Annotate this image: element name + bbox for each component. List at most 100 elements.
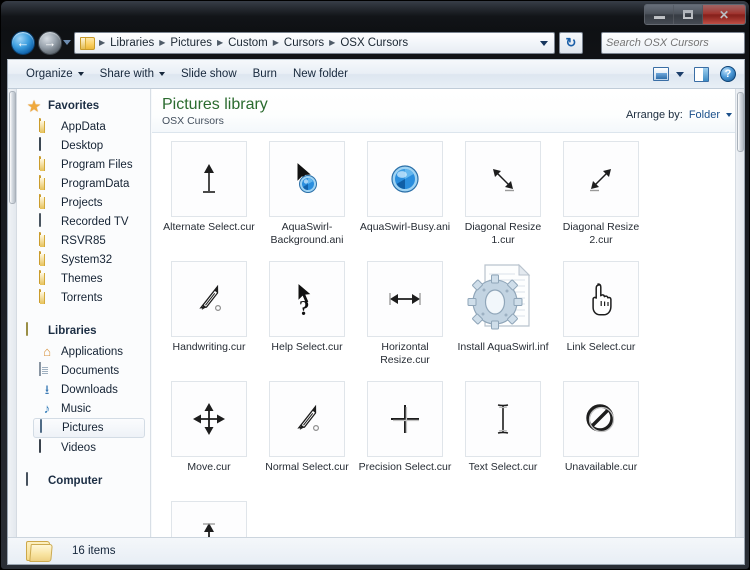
navigation-tree: ★ Favorites AppData Desktop Program File… <box>17 89 150 537</box>
navigation-pane-scrollbar[interactable] <box>8 89 17 537</box>
thumbnail <box>269 141 345 217</box>
cursor-text-select-icon <box>497 404 509 434</box>
breadcrumb-separator: ▶ <box>272 38 279 47</box>
sidebar-item-recorded-tv[interactable]: Recorded TV <box>17 212 150 231</box>
address-bar[interactable]: ▶ Libraries ▶ Pictures ▶ Custom ▶ Cursor… <box>74 32 555 54</box>
nav-group-computer[interactable]: Computer <box>17 470 150 492</box>
list-item[interactable]: Precision Select.cur <box>356 381 454 501</box>
refresh-button[interactable]: ↻ <box>559 32 583 54</box>
folder-icon <box>39 250 41 265</box>
recent-pages-dropdown-icon[interactable] <box>63 40 71 45</box>
maximize-icon <box>683 10 693 19</box>
videos-icon <box>39 438 41 453</box>
organize-button[interactable]: Organize <box>18 64 92 84</box>
close-button[interactable]: ✕ <box>703 5 745 24</box>
scrollbar-thumb[interactable] <box>737 92 744 152</box>
content-scrollbar[interactable] <box>735 89 744 537</box>
change-view-icon[interactable] <box>653 67 669 81</box>
sidebar-item-label: Music <box>61 402 92 415</box>
thumbnail <box>465 261 541 337</box>
list-item[interactable]: Move.cur <box>160 381 258 501</box>
svg-text:?: ? <box>299 296 310 320</box>
sidebar-item-videos[interactable]: Videos <box>17 438 150 457</box>
sidebar-item-programdata[interactable]: ProgramData <box>17 174 150 193</box>
list-item[interactable]: Unavailable.cur <box>552 381 650 501</box>
arrange-by-control[interactable]: Arrange by: Folder <box>626 109 732 121</box>
folder-icon <box>80 36 95 50</box>
list-item[interactable]: Diagonal Resize 1.cur <box>454 141 552 261</box>
minimize-button[interactable] <box>645 5 674 24</box>
cursor-diagonal-resize-2-icon <box>590 169 611 192</box>
sidebar-item-program-files[interactable]: Program Files <box>17 155 150 174</box>
explorer-window: ✕ ← → ▶ Libraries ▶ Pictures ▶ Custom ▶ … <box>0 0 750 570</box>
sidebar-item-themes[interactable]: Themes <box>17 269 150 288</box>
title-bar[interactable]: ✕ <box>1 1 749 29</box>
sidebar-item-applications[interactable]: ⌂ Applications <box>17 342 150 361</box>
list-item[interactable]: AquaSwirl-Background.ani <box>258 141 356 261</box>
list-item-label: Diagonal Resize 2.cur <box>562 221 640 246</box>
breadcrumb-item-pictures[interactable]: Pictures <box>167 35 215 51</box>
help-icon[interactable]: ? <box>720 66 736 82</box>
folder-front <box>29 544 53 562</box>
list-item-label: Move.cur <box>187 461 231 473</box>
list-item[interactable]: Alternate Select.cur <box>160 141 258 261</box>
sidebar-item-music[interactable]: ♪ Music <box>17 399 150 418</box>
breadcrumb-item-cursors[interactable]: Cursors <box>281 35 327 51</box>
back-arrow-icon: ← <box>16 35 30 50</box>
burn-button[interactable]: Burn <box>245 64 285 84</box>
list-item[interactable]: Link Select.cur <box>552 261 650 381</box>
search-input[interactable] <box>606 37 749 49</box>
list-item[interactable]: Diagonal Resize 2.cur <box>552 141 650 261</box>
breadcrumb-separator: ▶ <box>329 38 336 47</box>
slide-show-button[interactable]: Slide show <box>173 64 245 84</box>
cursor-handwriting-icon <box>199 284 222 312</box>
thumbnail <box>171 381 247 457</box>
new-folder-button[interactable]: New folder <box>285 64 356 84</box>
back-button[interactable]: ← <box>11 31 35 55</box>
sidebar-item-label: Videos <box>61 441 96 454</box>
slide-show-label: Slide show <box>181 68 237 80</box>
nav-group-favorites[interactable]: ★ Favorites <box>17 95 150 117</box>
breadcrumb-item-osx-cursors[interactable]: OSX Cursors <box>337 35 411 51</box>
search-box[interactable]: ⌕ <box>601 32 749 54</box>
preview-pane-icon[interactable] <box>694 66 709 82</box>
list-item[interactable]: Text Select.cur <box>454 381 552 501</box>
status-item-count: 16 items <box>72 545 116 557</box>
breadcrumb-separator: ▶ <box>99 38 106 47</box>
sidebar-item-rsvr85[interactable]: RSVR85 <box>17 231 150 250</box>
cursor-help-select-icon: ? <box>297 281 313 320</box>
list-item[interactable]: Install AquaSwirl.inf <box>454 261 552 381</box>
sidebar-item-desktop[interactable]: Desktop <box>17 136 150 155</box>
share-with-button[interactable]: Share with <box>92 64 173 84</box>
chevron-down-icon[interactable] <box>676 71 684 77</box>
maximize-button[interactable] <box>674 5 703 24</box>
list-item[interactable]: Vertical Resize.cur <box>160 501 258 537</box>
chevron-down-icon <box>726 113 732 117</box>
breadcrumb-item-libraries[interactable]: Libraries <box>107 35 157 51</box>
forward-button[interactable]: → <box>38 31 62 55</box>
sidebar-item-system32[interactable]: System32 <box>17 250 150 269</box>
sidebar-item-label: Themes <box>61 272 103 285</box>
sidebar-item-label: System32 <box>61 253 113 266</box>
nav-group-libraries[interactable]: Libraries <box>17 320 150 342</box>
scrollbar-thumb[interactable] <box>9 91 16 204</box>
list-item[interactable]: Handwriting.cur <box>160 261 258 381</box>
folder-icon <box>39 288 41 303</box>
sidebar-item-pictures[interactable]: Pictures <box>33 418 145 438</box>
sidebar-item-documents[interactable]: Documents <box>17 361 150 380</box>
list-item[interactable]: AquaSwirl-Busy.ani <box>356 141 454 261</box>
sidebar-item-projects[interactable]: Projects <box>17 193 150 212</box>
list-item[interactable]: ? Help Select.cur <box>258 261 356 381</box>
list-item[interactable]: Horizontal Resize.cur <box>356 261 454 381</box>
status-bar: 16 items <box>8 537 744 564</box>
breadcrumb-item-custom[interactable]: Custom <box>225 35 271 51</box>
address-dropdown-button[interactable] <box>536 33 552 53</box>
sidebar-item-appdata[interactable]: AppData <box>17 117 150 136</box>
list-item[interactable]: Normal Select.cur <box>258 381 356 501</box>
sidebar-item-downloads[interactable]: ⭳ Downloads <box>17 380 150 399</box>
folder-icon <box>39 269 41 284</box>
sidebar-item-label: Documents <box>61 364 120 377</box>
sidebar-item-torrents[interactable]: Torrents <box>17 288 150 307</box>
sidebar-item-label: Projects <box>61 196 103 209</box>
